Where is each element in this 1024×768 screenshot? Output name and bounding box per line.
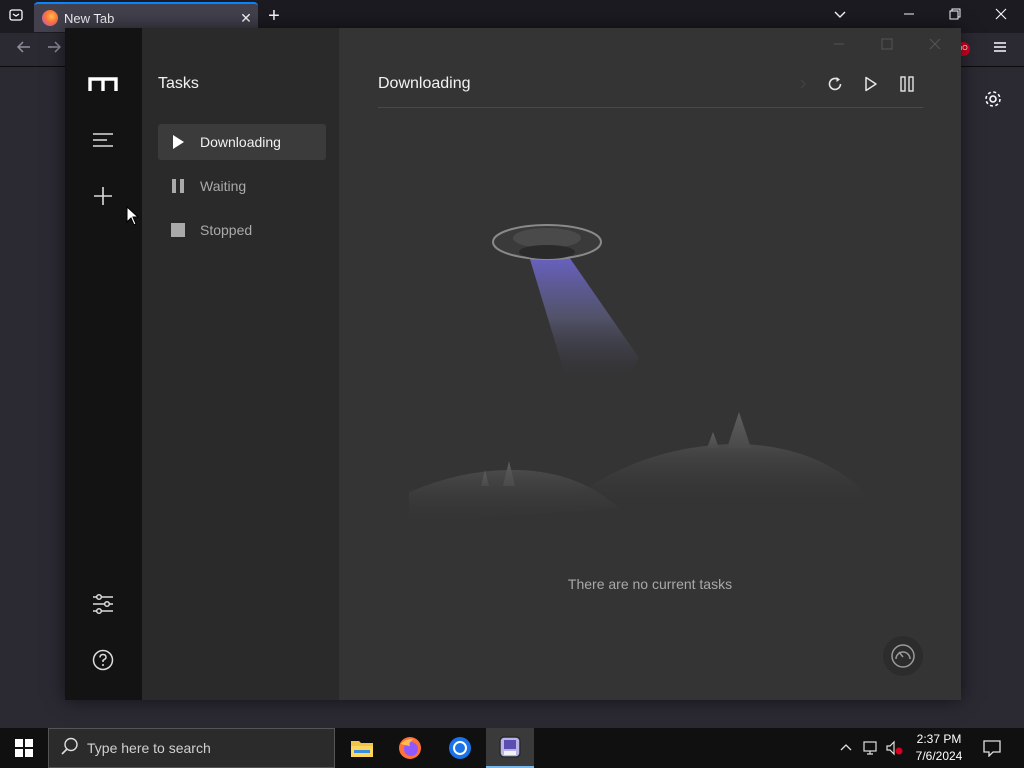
chevron-down-icon[interactable] — [828, 1, 852, 31]
firefox-icon — [42, 10, 58, 26]
close-window-button[interactable] — [986, 0, 1016, 30]
forward-arrow-icon[interactable] — [44, 35, 64, 65]
empty-state-message: There are no current tasks — [567, 576, 733, 592]
tab-list-icon[interactable] — [4, 2, 28, 32]
subnav-item-waiting[interactable]: Waiting — [158, 168, 326, 204]
speedometer-icon[interactable] — [883, 636, 923, 676]
add-task-icon[interactable] — [87, 180, 119, 212]
refresh-icon[interactable] — [823, 72, 847, 96]
subnav-title: Tasks — [158, 75, 199, 92]
clock-date: 7/6/2024 — [915, 749, 963, 763]
search-icon — [61, 737, 79, 760]
motrix-taskbar-icon[interactable] — [486, 728, 534, 768]
search-placeholder: Type here to search — [87, 740, 211, 756]
tab-title: New Tab — [64, 10, 115, 26]
windows-start-icon[interactable] — [0, 728, 48, 768]
help-icon[interactable] — [87, 644, 119, 676]
firefox-taskbar-icon[interactable] — [386, 728, 434, 768]
hamburger-menu-icon[interactable] — [986, 35, 1014, 65]
chevron-up-icon[interactable] — [836, 728, 856, 768]
app-minimize-button[interactable] — [819, 32, 859, 56]
app-close-button[interactable] — [915, 32, 955, 56]
empty-state-ufo-illustration — [409, 224, 879, 518]
taskbar-search-box[interactable]: Type here to search — [48, 728, 335, 768]
new-tab-button[interactable]: + — [262, 1, 286, 31]
task-subnav: Tasks Downloading Waiting Stopped — [142, 28, 339, 700]
restore-window-button[interactable] — [940, 0, 970, 30]
subnav-item-stopped[interactable]: Stopped — [158, 212, 326, 248]
preferences-sliders-icon[interactable] — [87, 588, 119, 620]
minimize-window-button[interactable] — [894, 0, 924, 30]
windows-taskbar: Type here to search 2:37 PM 7/6/2024 — [0, 728, 1024, 768]
notifications-icon[interactable] — [978, 728, 1006, 768]
subnav-item-downloading[interactable]: Downloading — [158, 124, 326, 160]
subnav-item-label: Stopped — [200, 222, 253, 238]
pause-icon — [170, 178, 186, 194]
subnav-item-label: Waiting — [200, 178, 247, 194]
task-main-panel: Downloading There are no current tasks — [339, 28, 961, 700]
resume-all-icon[interactable] — [859, 72, 883, 96]
stop-icon — [170, 222, 186, 238]
app-maximize-button[interactable] — [867, 32, 907, 56]
motrix-window: Tasks Downloading Waiting Stopped Downlo… — [65, 28, 961, 700]
chrome-taskbar-icon[interactable] — [436, 728, 484, 768]
close-tab-icon[interactable]: ✕ — [234, 10, 258, 27]
gear-icon[interactable] — [982, 88, 1004, 110]
pause-all-icon[interactable] — [895, 72, 919, 96]
play-icon — [170, 134, 186, 150]
clock-time: 2:37 PM — [916, 732, 962, 746]
motrix-logo-icon — [87, 68, 119, 100]
taskbar-clock[interactable]: 2:37 PM 7/6/2024 — [908, 731, 970, 765]
task-list-menu-icon[interactable] — [87, 124, 119, 156]
volume-muted-icon[interactable] — [884, 728, 906, 768]
page-title: Downloading — [378, 75, 471, 92]
subnav-item-label: Downloading — [200, 134, 281, 150]
back-arrow-icon[interactable] — [10, 35, 38, 65]
app-sidebar — [65, 28, 142, 700]
header-divider — [378, 107, 923, 108]
network-icon[interactable] — [860, 728, 882, 768]
file-explorer-icon[interactable] — [338, 728, 386, 768]
chevron-right-icon — [791, 72, 815, 96]
